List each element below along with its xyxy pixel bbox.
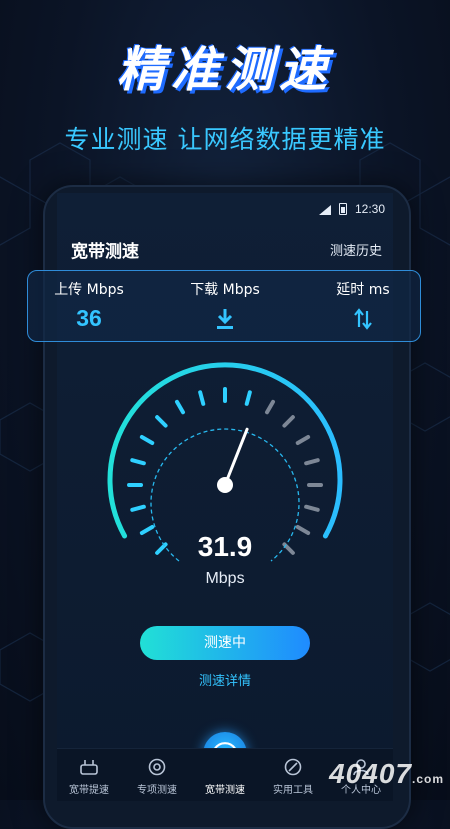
speed-test-button[interactable]: 测速中 (140, 626, 310, 660)
download-arrow-icon (217, 309, 233, 329)
status-bar: 12:30 (57, 198, 393, 222)
page-title: 宽带测速 (71, 242, 139, 262)
gauge-tick (198, 390, 206, 406)
download-label: 下载 Mbps (190, 282, 260, 298)
gauge-tick (265, 399, 275, 415)
tab-label: 实用工具 (273, 785, 313, 796)
promo-subline: 专业测速 让网络数据更精准 (64, 125, 386, 154)
target-icon (148, 758, 166, 776)
gauge-tick (175, 399, 185, 415)
gauge-needle (223, 427, 249, 487)
gauge-tick (295, 435, 311, 445)
gauge-tick (155, 415, 168, 428)
gauge-tick (130, 504, 146, 512)
upload-stat: 上传 Mbps 36 (34, 279, 144, 332)
gauge-hub (217, 477, 233, 493)
gauge-tick (282, 415, 295, 428)
tab-tools[interactable]: 实用工具 (261, 749, 325, 801)
speed-unit: Mbps (205, 570, 245, 587)
swap-vertical-icon (354, 308, 372, 330)
tab-label: 宽带提速 (69, 785, 109, 796)
latency-label: 延时 ms (336, 282, 390, 298)
battery-icon (339, 203, 347, 215)
test-details-link[interactable]: 测速详情 (0, 670, 450, 689)
tab-label: 专项测速 (137, 785, 177, 796)
download-stat: 下载 Mbps (170, 279, 280, 335)
stats-card: 上传 Mbps 36 下载 Mbps 延时 ms (27, 270, 421, 342)
status-time: 12:30 (354, 202, 385, 216)
upload-value: 36 (76, 305, 102, 331)
router-icon (80, 760, 98, 775)
tools-icon (284, 758, 302, 776)
watermark: 40407.com (329, 758, 444, 790)
history-link[interactable]: 测速历史 (330, 240, 382, 259)
gauge-tick (304, 458, 320, 466)
watermark-suffix: .com (411, 772, 444, 786)
tab-broadband-boost[interactable]: 宽带提速 (57, 749, 121, 801)
gauge-tick (130, 458, 146, 466)
tab-special-test[interactable]: 专项测速 (125, 749, 189, 801)
gauge-tick (304, 504, 320, 512)
tab-label: 宽带测速 (205, 785, 245, 796)
promo-headline: 精准测速 (116, 42, 333, 98)
gauge-tick (244, 390, 252, 406)
watermark-text: 40407 (329, 758, 412, 789)
tab-broadband-test[interactable]: 宽带测速 (193, 749, 257, 801)
signal-icon (319, 205, 331, 215)
gauge-tick (139, 435, 155, 445)
upload-label: 上传 Mbps (54, 282, 124, 298)
speed-value: 31.9 (197, 531, 253, 562)
latency-stat: 延时 ms (308, 279, 418, 335)
